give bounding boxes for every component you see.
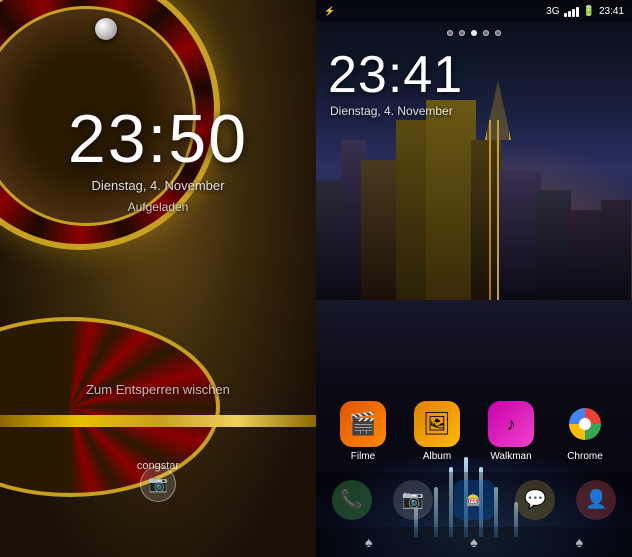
left-camera-button[interactable]: 📷 — [140, 466, 176, 502]
filme-label: Filme — [351, 451, 375, 462]
building-5 — [426, 100, 476, 300]
dot-3-active — [471, 30, 477, 36]
signal-bars — [564, 5, 579, 17]
bottom-navigation: ♠ ♠ ♠ — [316, 527, 632, 557]
roulette-ball — [95, 18, 117, 40]
dot-1 — [447, 30, 453, 36]
status-bar: ⚡ 3G 🔋 23:41 — [316, 0, 632, 22]
status-right: 3G 🔋 23:41 — [546, 5, 624, 17]
walkman-icon: ♪ — [488, 401, 534, 447]
signal-bar-4 — [576, 7, 579, 17]
app-walkman[interactable]: ♪ Walkman — [488, 401, 534, 462]
filme-icon: 🎬 — [340, 401, 386, 447]
left-clock-time: 23:50 — [0, 100, 316, 178]
golden-strip — [0, 415, 316, 427]
building-9 — [566, 210, 606, 300]
buildings — [316, 100, 632, 300]
left-phone-screen: 23:50 Dienstag, 4. November Aufgeladen Z… — [0, 0, 316, 557]
eiffel-tower — [481, 80, 511, 300]
building-3 — [361, 160, 401, 300]
chrome-icon-wrapper — [562, 401, 608, 447]
left-charged-label: Aufgeladen — [0, 200, 316, 214]
signal-bar-3 — [572, 9, 575, 17]
bottom-dock: 📞 📷 🎰 💬 👤 — [316, 472, 632, 527]
status-left: ⚡ — [324, 6, 335, 17]
dot-2 — [459, 30, 465, 36]
right-phone-screen: ⚡ 3G 🔋 23:41 23:41 Dienstag, 4. November… — [316, 0, 632, 557]
dot-4 — [483, 30, 489, 36]
left-swipe-label: Zum Entsperren wischen — [0, 382, 316, 397]
page-dots — [316, 30, 632, 36]
dock-camera[interactable]: 📷 — [393, 480, 433, 520]
album-label: Album — [423, 451, 451, 462]
signal-bar-1 — [564, 13, 567, 17]
left-clock-date: Dienstag, 4. November — [0, 178, 316, 193]
app-icons-row: 🎬 Filme 🖼 Album ♪ Walkman Chrome — [316, 401, 632, 462]
nav-home-spade[interactable]: ♠ — [470, 534, 477, 550]
signal-bar-2 — [568, 11, 571, 17]
nav-back-spade[interactable]: ♠ — [365, 534, 372, 550]
app-album[interactable]: 🖼 Album — [414, 401, 460, 462]
chrome-icon — [569, 408, 601, 440]
battery-icon: 🔋 — [583, 6, 595, 17]
dock-phone[interactable]: 📞 — [332, 480, 372, 520]
app-filme[interactable]: 🎬 Filme — [340, 401, 386, 462]
chrome-label: Chrome — [567, 451, 603, 462]
status-clock: 23:41 — [599, 6, 624, 17]
network-indicator: 3G — [546, 6, 559, 17]
nav-recents-spade[interactable]: ♠ — [576, 534, 583, 550]
dock-slots[interactable]: 🎰 — [454, 480, 494, 520]
dock-contacts[interactable]: 👤 — [576, 480, 616, 520]
usb-icon: ⚡ — [324, 6, 335, 17]
album-icon: 🖼 — [414, 401, 460, 447]
building-10 — [601, 200, 631, 300]
right-clock-date: Dienstag, 4. November — [330, 104, 453, 118]
app-chrome[interactable]: Chrome — [562, 401, 608, 462]
right-clock-time: 23:41 — [328, 45, 463, 105]
dot-5 — [495, 30, 501, 36]
dock-chat[interactable]: 💬 — [515, 480, 555, 520]
walkman-label: Walkman — [490, 451, 531, 462]
